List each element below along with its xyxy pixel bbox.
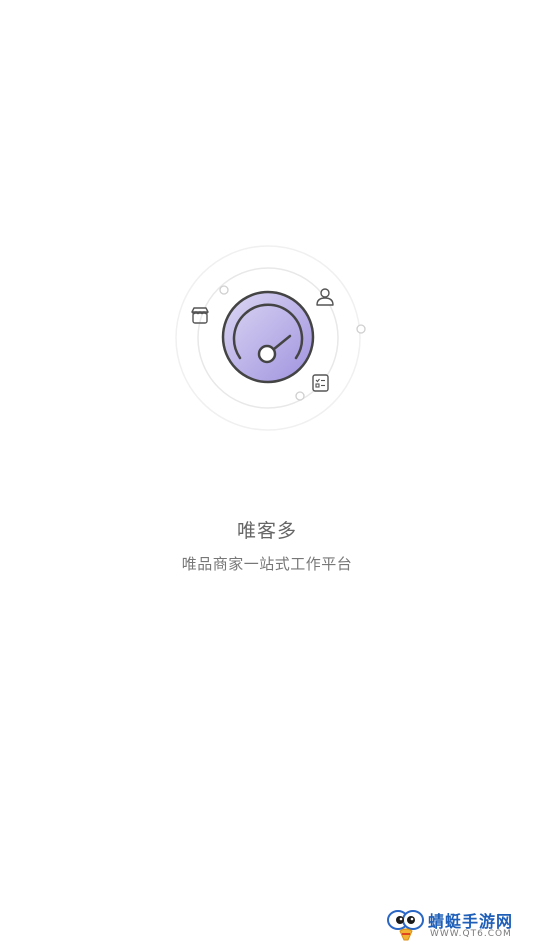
site-watermark: 蜻蜓手游网 WWW.QT6.COM <box>386 907 526 943</box>
speedometer-icon <box>221 290 315 384</box>
splash-screen: 唯客多 唯品商家一站式工作平台 蜻蜓手游网 WWW.QT6.COM <box>0 0 534 949</box>
dragonfly-mascot-icon <box>387 910 424 941</box>
orbit-dot <box>219 285 229 295</box>
app-slogan: 唯品商家一站式工作平台 <box>181 555 353 573</box>
app-name: 唯客多 <box>236 520 297 542</box>
orbit-dot <box>356 324 366 334</box>
splash-illustration <box>172 240 368 436</box>
watermark-url: WWW.QT6.COM <box>430 929 512 939</box>
orbit-graphic <box>175 245 366 431</box>
orbit-dot <box>295 391 305 401</box>
checklist-icon <box>312 374 329 392</box>
